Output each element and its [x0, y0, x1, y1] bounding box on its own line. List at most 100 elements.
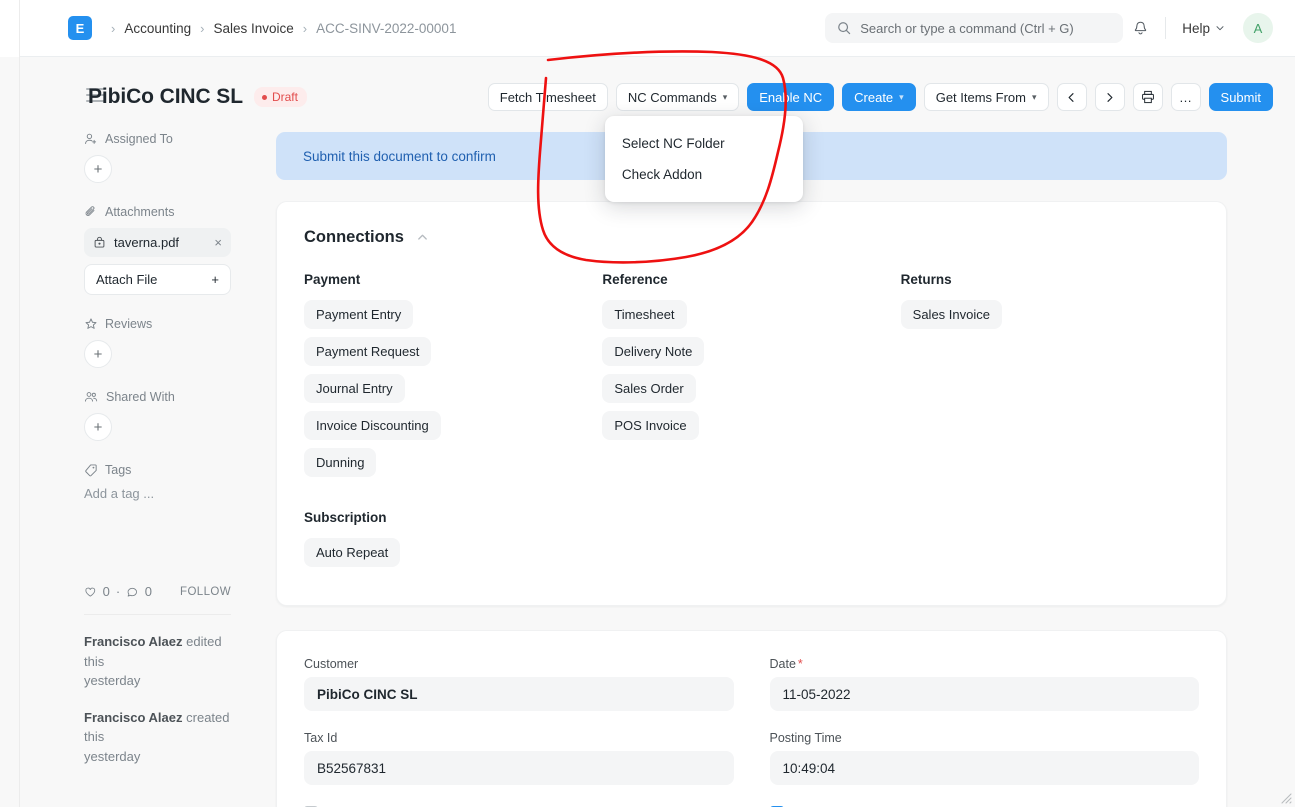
- window-resize-grip[interactable]: [1279, 791, 1292, 804]
- page-header: PibiCo CINC SL Draft Fetch Timesheet NC …: [20, 57, 1295, 202]
- connection-link-pos-invoice[interactable]: POS Invoice: [602, 411, 699, 440]
- comment-count: 0: [144, 584, 153, 599]
- help-label: Help: [1182, 20, 1210, 36]
- breadcrumb-sales-invoice[interactable]: Sales Invoice: [213, 21, 293, 36]
- submit-button[interactable]: Submit: [1208, 83, 1273, 111]
- details-card: Customer PibiCo CINC SL Date * 11-05-2022…: [276, 630, 1227, 807]
- document-sidebar: Assigned To + Attachments taverna.pdf × …: [20, 132, 255, 807]
- menu-item-check-addon[interactable]: Check Addon: [605, 159, 803, 190]
- remove-attachment-icon[interactable]: ×: [214, 235, 222, 250]
- chevron-updown-icon: ▾: [722, 91, 728, 102]
- activity-user[interactable]: Francisco Alaez: [84, 634, 183, 649]
- breadcrumb-accounting[interactable]: Accounting: [124, 21, 191, 36]
- connection-link-timesheet[interactable]: Timesheet: [602, 300, 687, 329]
- field-label: Tax Id: [304, 731, 338, 745]
- connection-link-sales-order[interactable]: Sales Order: [602, 374, 696, 403]
- sidebar-section-assigned-to: Assigned To: [84, 132, 231, 146]
- get-items-from-label: Get Items From: [935, 89, 1026, 105]
- sidebar-divider: [84, 614, 231, 615]
- sidebar-footer: 0 · 0 FOLLOW Francisco Alaez edited this…: [84, 584, 231, 783]
- search-input[interactable]: Search or type a command (Ctrl + G): [825, 13, 1124, 43]
- activity-item: Francisco Alaez edited this yesterday: [84, 632, 231, 691]
- add-review-button[interactable]: +: [84, 340, 112, 368]
- connection-link-payment-request[interactable]: Payment Request: [304, 337, 432, 366]
- sidebar-label-reviews: Reviews: [105, 317, 153, 331]
- sidebar-label-shared-with: Shared With: [106, 390, 175, 404]
- bell-icon: [1134, 21, 1146, 34]
- printer-icon: [1141, 90, 1154, 104]
- sidebar-section-reviews: Reviews: [84, 317, 231, 331]
- connections-column-reference: Reference Timesheet Delivery Note Sales …: [602, 272, 900, 575]
- like-count: 0: [102, 584, 110, 599]
- enable-nc-button[interactable]: Enable NC: [747, 83, 835, 111]
- field-posting-time: Posting Time 10:49:04: [769, 731, 1199, 785]
- prev-doc-button[interactable]: [1056, 83, 1087, 111]
- posting-time-input[interactable]: 10:49:04: [769, 751, 1199, 785]
- activity-user[interactable]: Francisco Alaez: [84, 710, 183, 725]
- notifications-button[interactable]: [1123, 12, 1157, 44]
- chevron-up-icon[interactable]: [416, 231, 429, 244]
- required-indicator: *: [797, 657, 803, 671]
- chevron-right-icon: [1107, 92, 1113, 102]
- connections-title: Connections: [304, 228, 404, 246]
- field-tax-id: Tax Id B52567831: [304, 731, 734, 785]
- attachment-item[interactable]: taverna.pdf ×: [84, 228, 231, 257]
- connection-link-auto-repeat[interactable]: Auto Repeat: [304, 538, 401, 567]
- details-form: Customer PibiCo CINC SL Date * 11-05-2022…: [304, 657, 1199, 807]
- heart-icon[interactable]: [84, 585, 97, 599]
- connections-title-row: Connections: [304, 228, 1199, 247]
- connection-link-journal-entry[interactable]: Journal Entry: [304, 374, 405, 403]
- attach-file-button[interactable]: Attach File +: [84, 264, 231, 295]
- more-actions-button[interactable]: …: [1170, 83, 1201, 111]
- app-root: E › Accounting › Sales Invoice › ACC-SIN…: [0, 0, 1295, 807]
- nc-commands-button[interactable]: NC Commands ▾: [615, 83, 740, 111]
- column-title: Reference: [602, 272, 668, 287]
- left-gutter-body: [0, 57, 20, 807]
- app-logo[interactable]: E: [68, 16, 92, 40]
- nc-commands-label: NC Commands: [627, 89, 717, 105]
- column-title: Returns: [900, 272, 952, 287]
- avatar[interactable]: A: [1243, 13, 1273, 43]
- connection-link-dunning[interactable]: Dunning: [304, 448, 377, 477]
- sidebar-section-attachments: Attachments: [84, 205, 231, 219]
- comment-icon[interactable]: [126, 585, 139, 599]
- connection-link-payment-entry[interactable]: Payment Entry: [304, 300, 414, 329]
- connection-link-sales-invoice[interactable]: Sales Invoice: [900, 300, 1002, 329]
- tax-id-input[interactable]: B52567831: [304, 751, 734, 785]
- connection-link-delivery-note[interactable]: Delivery Note: [602, 337, 705, 366]
- field-label: Date *: [770, 657, 1200, 671]
- chevron-updown-icon: ▾: [899, 91, 904, 102]
- help-menu[interactable]: Help: [1174, 17, 1233, 40]
- get-items-from-button[interactable]: Get Items From ▾: [923, 83, 1049, 111]
- follow-button[interactable]: FOLLOW: [180, 586, 231, 598]
- breadcrumb: › Accounting › Sales Invoice › ACC-SINV-…: [102, 21, 456, 36]
- customer-input[interactable]: PibiCo CINC SL: [304, 677, 734, 711]
- date-input[interactable]: 11-05-2022: [769, 677, 1199, 711]
- field-label-text: Date: [769, 657, 796, 671]
- connections-column-returns: Returns Sales Invoice: [900, 272, 1199, 575]
- search-icon: [838, 22, 851, 35]
- create-button[interactable]: Create ▾: [842, 83, 916, 111]
- print-button[interactable]: [1132, 83, 1163, 111]
- attach-file-label: Attach File: [96, 272, 158, 287]
- engagement-row: 0 · 0 FOLLOW: [84, 584, 231, 599]
- field-date: Date * 11-05-2022: [769, 657, 1200, 711]
- sidebar-label-attachments: Attachments: [105, 205, 175, 219]
- activity-object: this: [84, 653, 105, 669]
- next-doc-button[interactable]: [1094, 83, 1125, 111]
- users-icon: [85, 392, 98, 402]
- connections-grid: Payment Payment Entry Payment Request Jo…: [304, 272, 1199, 575]
- nc-commands-menu: Select NC Folder Check Addon: [604, 116, 803, 202]
- navbar-right: Search or type a command (Ctrl + G) Help…: [825, 12, 1273, 44]
- breadcrumb-separator-1: ›: [111, 20, 116, 36]
- add-share-button[interactable]: +: [84, 413, 112, 441]
- activity-time: yesterday: [84, 748, 141, 764]
- tag-input[interactable]: Add a tag ...: [84, 486, 231, 501]
- fetch-timesheet-button[interactable]: Fetch Timesheet: [487, 83, 608, 111]
- breadcrumb-separator-3: ›: [302, 20, 308, 36]
- connection-link-invoice-discounting[interactable]: Invoice Discounting: [304, 411, 441, 440]
- menu-item-select-nc-folder[interactable]: Select NC Folder: [605, 128, 803, 159]
- activity-time: yesterday: [84, 673, 141, 688]
- add-assignment-button[interactable]: +: [84, 155, 112, 183]
- subscription-block: Subscription Auto Repeat: [304, 510, 401, 575]
